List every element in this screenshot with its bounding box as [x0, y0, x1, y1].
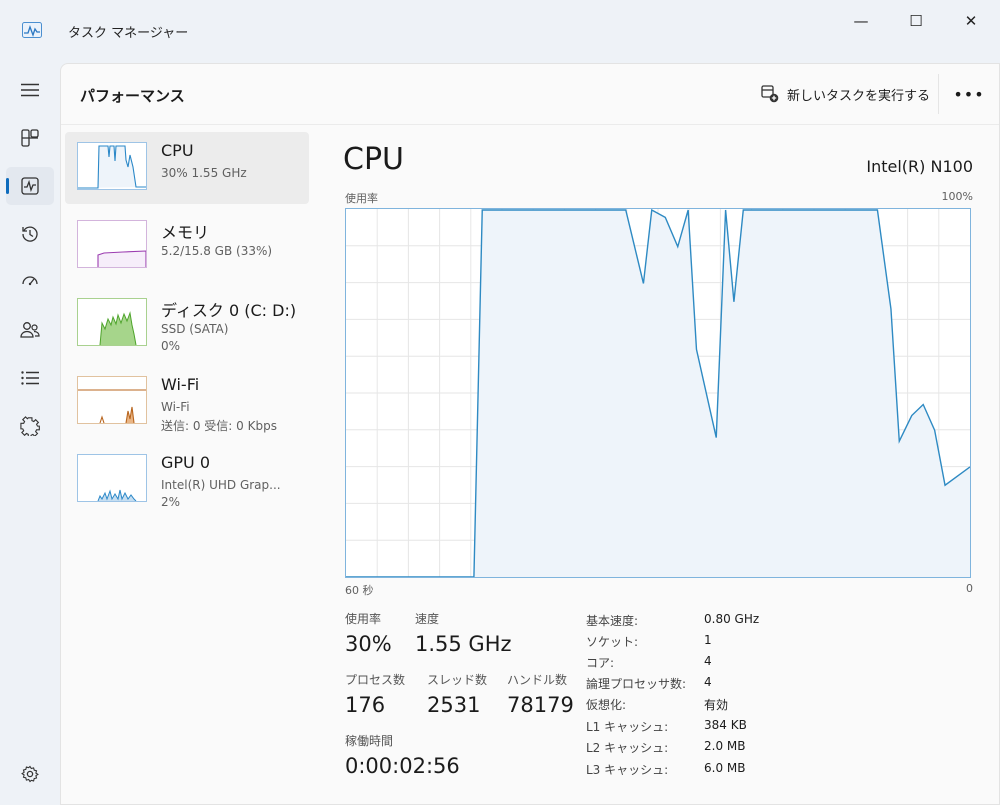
resource-list: CPU 30% 1.55 GHz メモリ 5.2/15.8 GB (33%) デ…	[65, 132, 309, 522]
resource-item-memory[interactable]: メモリ 5.2/15.8 GB (33%)	[65, 210, 309, 282]
spec-label: L2 キャッシュ:	[586, 741, 669, 755]
resource-sub-2: 0%	[161, 339, 181, 353]
usage-value: 30%	[345, 632, 392, 656]
disk-thumbnail-graph	[77, 298, 147, 346]
threads-value: 2531	[427, 693, 481, 717]
title-bar: タスク マネージャー — ☐ ✕	[0, 0, 1000, 60]
detail-title: CPU	[343, 142, 404, 177]
axis-left-label: 60 秒	[345, 584, 374, 597]
spec-label: 基本速度:	[586, 614, 639, 628]
resource-name: Wi-Fi	[161, 375, 200, 394]
resource-name: ディスク 0 (C: D:)	[161, 301, 297, 320]
cpu-model: Intel(R) N100	[866, 157, 973, 176]
resource-name: メモリ	[161, 223, 210, 242]
spec-label: コア:	[586, 656, 615, 670]
spec-label: 論理プロセッサ数:	[586, 677, 687, 691]
processes-value: 176	[345, 693, 386, 717]
resource-name: GPU 0	[161, 453, 211, 472]
nav-details[interactable]	[6, 359, 54, 397]
page-title: パフォーマンス	[80, 87, 185, 105]
hamburger-menu-button[interactable]	[6, 71, 54, 109]
axis-right-label: 0	[966, 582, 973, 595]
graph-label: 使用率	[345, 192, 378, 205]
wifi-thumbnail-graph	[77, 376, 147, 424]
spec-value: 有効	[704, 698, 729, 712]
window-title: タスク マネージャー	[68, 26, 189, 41]
processes-icon	[21, 129, 39, 147]
resource-sub: 30% 1.55 GHz	[161, 166, 247, 180]
spec-value: 4	[704, 675, 712, 689]
resource-item-disk[interactable]: ディスク 0 (C: D:) SSD (SATA) 0%	[65, 288, 309, 360]
spec-value: 0.80 GHz	[704, 612, 760, 626]
hamburger-menu-icon	[21, 83, 39, 97]
resource-sub-2: 2%	[161, 495, 181, 509]
nav-performance[interactable]	[6, 167, 54, 205]
nav-services[interactable]	[6, 407, 54, 445]
spec-value: 2.0 MB	[704, 739, 746, 753]
handles-label: ハンドル数	[507, 673, 568, 687]
app-history-icon	[21, 225, 39, 243]
memory-thumbnail-graph	[77, 220, 147, 268]
nav-app-history[interactable]	[6, 215, 54, 253]
startup-apps-icon	[21, 273, 39, 291]
spec-label: 仮想化:	[586, 698, 627, 712]
handles-value: 78179	[507, 693, 574, 717]
resource-item-cpu[interactable]: CPU 30% 1.55 GHz	[65, 132, 309, 204]
nav-startup-apps[interactable]	[6, 263, 54, 301]
spec-value: 4	[704, 654, 712, 668]
page-header: パフォーマンス 新しいタスクを実行する •••	[61, 64, 999, 125]
usage-label: 使用率	[345, 612, 382, 626]
resource-sub: Wi-Fi	[161, 400, 190, 414]
graph-max-label: 100%	[941, 190, 973, 203]
nav-processes[interactable]	[6, 119, 54, 157]
maximize-button[interactable]: ☐	[893, 6, 939, 36]
threads-label: スレッド数	[427, 673, 488, 687]
nav-settings[interactable]	[6, 755, 54, 793]
resource-item-gpu[interactable]: GPU 0 Intel(R) UHD Grap... 2%	[65, 444, 309, 516]
cpu-usage-chart	[346, 209, 970, 577]
resource-sub: Intel(R) UHD Grap...	[161, 478, 281, 492]
resource-item-wifi[interactable]: Wi-Fi Wi-Fi 送信: 0 受信: 0 Kbps	[65, 366, 309, 438]
speed-label: 速度	[415, 612, 440, 626]
gpu-thumbnail-graph	[77, 454, 147, 502]
run-new-task-icon	[761, 85, 779, 103]
spec-value: 6.0 MB	[704, 761, 746, 775]
performance-icon	[21, 177, 39, 195]
spec-label: L3 キャッシュ:	[586, 763, 669, 777]
processes-label: プロセス数	[345, 673, 406, 687]
header-divider	[938, 74, 939, 114]
uptime-label: 稼働時間	[345, 734, 394, 748]
resource-sub-2: 送信: 0 受信: 0 Kbps	[161, 419, 277, 433]
task-manager-icon	[22, 22, 42, 38]
details-icon	[21, 371, 39, 385]
side-navigation	[0, 60, 60, 805]
speed-value: 1.55 GHz	[415, 632, 512, 656]
main-panel: パフォーマンス 新しいタスクを実行する ••• CPU 30% 1.55 GHz…	[60, 63, 1000, 805]
minimize-button[interactable]: —	[838, 6, 884, 36]
resource-name: CPU	[161, 141, 194, 160]
more-options-button[interactable]: •••	[951, 81, 987, 107]
settings-gear-icon	[21, 765, 39, 783]
services-icon	[20, 416, 40, 436]
cpu-thumbnail-graph	[77, 142, 147, 190]
resource-sub: SSD (SATA)	[161, 322, 229, 336]
resource-sub: 5.2/15.8 GB (33%)	[161, 244, 273, 258]
spec-value: 384 KB	[704, 718, 747, 732]
nav-users[interactable]	[6, 311, 54, 349]
cpu-usage-graph	[345, 208, 971, 578]
run-new-task-label: 新しいタスクを実行する	[787, 88, 931, 104]
uptime-value: 0:00:02:56	[345, 754, 460, 778]
spec-label: ソケット:	[586, 635, 639, 649]
users-icon	[20, 321, 40, 339]
spec-label: L1 キャッシュ:	[586, 720, 669, 734]
spec-value: 1	[704, 633, 712, 647]
run-new-task-button[interactable]: 新しいタスクを実行する	[761, 82, 930, 106]
close-button[interactable]: ✕	[948, 6, 994, 36]
